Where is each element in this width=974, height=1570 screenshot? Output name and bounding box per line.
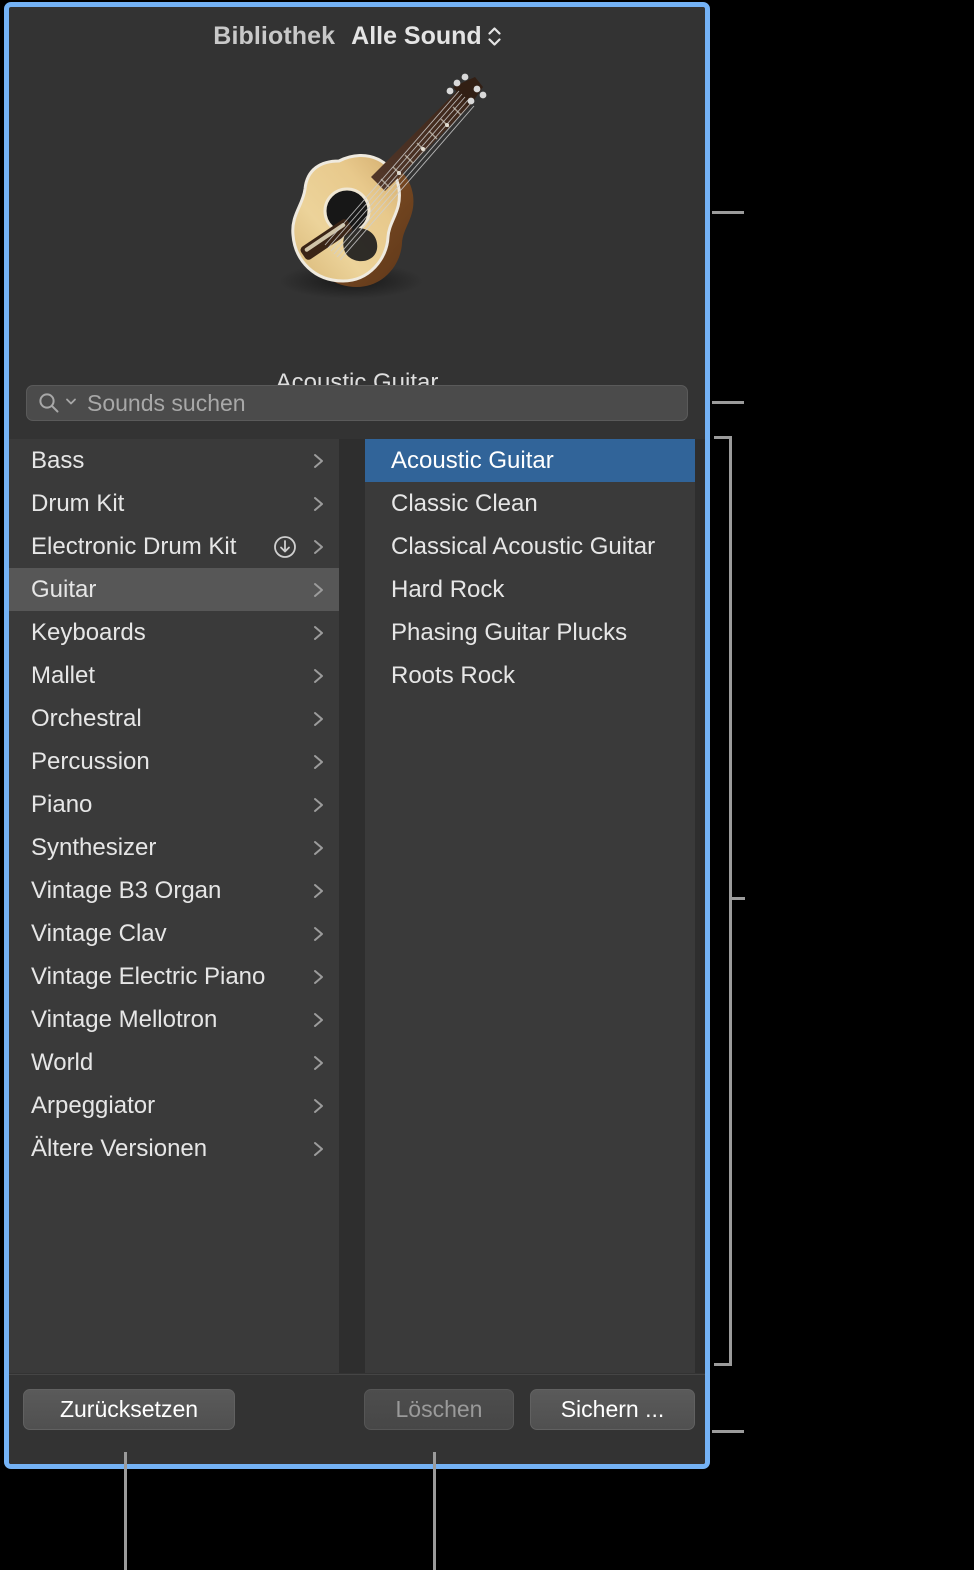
search-placeholder: Sounds suchen	[87, 390, 246, 417]
library-panel: Bibliothek Alle Sound	[4, 2, 710, 1469]
page-title: Bibliothek	[213, 22, 335, 51]
library-header: Bibliothek Alle Sound	[9, 7, 705, 65]
category-label: Vintage B3 Organ	[31, 877, 307, 905]
chevron-right-icon	[307, 752, 329, 772]
save-button[interactable]: Sichern ...	[530, 1389, 695, 1430]
category-row[interactable]: Guitar	[9, 568, 339, 611]
up-down-chevron-icon	[488, 27, 501, 46]
category-row[interactable]: Synthesizer	[9, 826, 339, 869]
patch-row[interactable]: Phasing Guitar Plucks	[365, 611, 695, 654]
chevron-right-icon	[307, 924, 329, 944]
category-label: Drum Kit	[31, 490, 307, 518]
sound-source-label: Alle Sound	[351, 22, 482, 51]
reset-button[interactable]: Zurücksetzen	[23, 1389, 235, 1430]
callout-line-browser	[729, 897, 745, 900]
callout-line-save	[712, 1430, 744, 1433]
category-row[interactable]: Bass	[9, 439, 339, 482]
category-label: Bass	[31, 447, 307, 475]
patch-row[interactable]: Hard Rock	[365, 568, 695, 611]
category-label: Vintage Electric Piano	[31, 963, 307, 991]
category-row[interactable]: Vintage Mellotron	[9, 998, 339, 1041]
category-row[interactable]: Mallet	[9, 654, 339, 697]
chevron-right-icon	[307, 838, 329, 858]
chevron-right-icon	[307, 623, 329, 643]
category-label: Electronic Drum Kit	[31, 533, 273, 561]
callout-bracket-browser	[714, 436, 732, 1366]
chevron-right-icon	[307, 709, 329, 729]
category-label: Synthesizer	[31, 834, 307, 862]
delete-button[interactable]: Löschen	[364, 1389, 514, 1430]
category-label: Piano	[31, 791, 307, 819]
category-label: Percussion	[31, 748, 307, 776]
chevron-right-icon	[307, 881, 329, 901]
patch-row[interactable]: Acoustic Guitar	[365, 439, 695, 482]
chevron-right-icon	[307, 795, 329, 815]
category-row[interactable]: Arpeggiator	[9, 1084, 339, 1127]
category-label: Orchestral	[31, 705, 307, 733]
patch-row[interactable]: Classical Acoustic Guitar	[365, 525, 695, 568]
category-row[interactable]: Piano	[9, 783, 339, 826]
sound-source-popup[interactable]: Alle Sound	[351, 22, 501, 51]
category-row[interactable]: Vintage Electric Piano	[9, 955, 339, 998]
callout-line-search	[712, 401, 744, 404]
patch-list[interactable]: Acoustic GuitarClassic CleanClassical Ac…	[365, 439, 695, 1373]
chevron-right-icon	[307, 537, 329, 557]
patch-list-scrollbar[interactable]	[695, 439, 705, 1373]
search-icon[interactable]	[37, 391, 61, 415]
chevron-right-icon	[307, 1053, 329, 1073]
category-row[interactable]: Orchestral	[9, 697, 339, 740]
category-row[interactable]: Vintage Clav	[9, 912, 339, 955]
category-row[interactable]: Keyboards	[9, 611, 339, 654]
category-label: Vintage Mellotron	[31, 1006, 307, 1034]
callout-line-reset	[124, 1452, 127, 1570]
chevron-right-icon	[307, 666, 329, 686]
chevron-right-icon	[307, 967, 329, 987]
category-label: Guitar	[31, 576, 307, 604]
patch-artwork-area: Acoustic Guitar	[9, 59, 705, 329]
search-row: Sounds suchen	[9, 385, 705, 421]
category-label: Arpeggiator	[31, 1092, 307, 1120]
category-label: Vintage Clav	[31, 920, 307, 948]
callout-line-delete	[433, 1452, 436, 1570]
sound-browser: Bass Drum Kit Electronic Drum Kit Guitar Key…	[9, 439, 705, 1373]
category-row[interactable]: Vintage B3 Organ	[9, 869, 339, 912]
category-label: Ältere Versionen	[31, 1135, 307, 1163]
patch-row[interactable]: Classic Clean	[365, 482, 695, 525]
category-label: Mallet	[31, 662, 307, 690]
category-row[interactable]: Percussion	[9, 740, 339, 783]
chevron-right-icon	[307, 494, 329, 514]
search-input[interactable]: Sounds suchen	[26, 385, 688, 421]
chevron-down-icon[interactable]	[65, 394, 77, 412]
chevron-right-icon	[307, 580, 329, 600]
category-label: Keyboards	[31, 619, 307, 647]
patch-row[interactable]: Roots Rock	[365, 654, 695, 697]
category-row[interactable]: Ältere Versionen	[9, 1127, 339, 1170]
category-label: World	[31, 1049, 307, 1077]
acoustic-guitar-image	[247, 69, 487, 309]
chevron-right-icon	[307, 1010, 329, 1030]
category-row[interactable]: Electronic Drum Kit	[9, 525, 339, 568]
category-list[interactable]: Bass Drum Kit Electronic Drum Kit Guitar Key…	[9, 439, 339, 1373]
column-divider	[339, 439, 365, 1373]
chevron-right-icon	[307, 451, 329, 471]
download-icon[interactable]	[273, 535, 297, 559]
category-row[interactable]: Drum Kit	[9, 482, 339, 525]
chevron-right-icon	[307, 1096, 329, 1116]
callout-line-artwork	[712, 211, 744, 214]
library-footer: Zurücksetzen Löschen Sichern ...	[9, 1374, 705, 1464]
category-row[interactable]: World	[9, 1041, 339, 1084]
chevron-right-icon	[307, 1139, 329, 1159]
